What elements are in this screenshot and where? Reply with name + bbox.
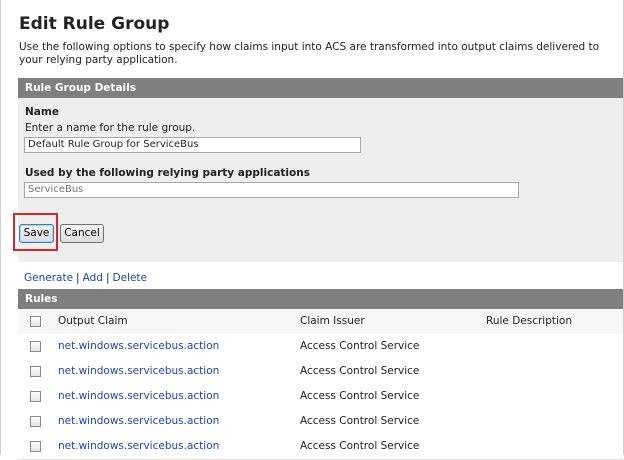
add-link[interactable]: Add <box>83 272 103 284</box>
claim-issuer: Access Control Service <box>300 440 420 452</box>
rule-actions: Generate | Add | Delete <box>24 272 147 284</box>
table-row: net.windows.servicebus.action Access Con… <box>18 409 623 435</box>
name-label: Name <box>25 106 59 118</box>
row-checkbox[interactable] <box>30 341 41 352</box>
output-claim-link[interactable]: net.windows.servicebus.action <box>58 415 219 427</box>
row-checkbox[interactable] <box>30 416 41 427</box>
claim-issuer: Access Control Service <box>300 415 420 427</box>
row-checkbox[interactable] <box>30 391 41 402</box>
cancel-button[interactable]: Cancel <box>60 224 104 243</box>
table-row: net.windows.servicebus.action Access Con… <box>18 434 623 460</box>
rules-header: Rules <box>18 289 623 309</box>
output-claim-link[interactable]: net.windows.servicebus.action <box>58 365 219 377</box>
table-row: net.windows.servicebus.action Access Con… <box>18 334 623 360</box>
table-row: net.windows.servicebus.action Access Con… <box>18 359 623 385</box>
output-claim-link[interactable]: net.windows.servicebus.action <box>58 440 219 452</box>
name-help-text: Enter a name for the rule group. <box>25 122 196 134</box>
column-header-output-claim[interactable]: Output Claim <box>58 315 128 327</box>
claim-issuer: Access Control Service <box>300 390 420 402</box>
table-row: net.windows.servicebus.action Access Con… <box>18 384 623 410</box>
used-by-label: Used by the following relying party appl… <box>25 167 310 179</box>
name-input[interactable]: Default Rule Group for ServiceBus <box>24 137 361 153</box>
relying-party-field: ServiceBus <box>24 182 519 198</box>
save-button[interactable]: Save <box>19 224 54 243</box>
column-header-claim-issuer[interactable]: Claim Issuer <box>300 315 365 327</box>
row-checkbox[interactable] <box>30 366 41 377</box>
column-header-rule-description[interactable]: Rule Description <box>486 315 572 327</box>
action-separator: | <box>76 272 80 284</box>
row-checkbox[interactable] <box>30 441 41 452</box>
page-intro: Use the following options to specify how… <box>19 41 599 66</box>
generate-link[interactable]: Generate <box>24 272 73 284</box>
output-claim-link[interactable]: net.windows.servicebus.action <box>58 340 219 352</box>
select-all-checkbox[interactable] <box>30 316 41 327</box>
delete-link[interactable]: Delete <box>112 272 147 284</box>
rules-table-header-row: Output Claim Claim Issuer Rule Descripti… <box>18 309 623 335</box>
claim-issuer: Access Control Service <box>300 365 420 377</box>
rule-group-details-header: Rule Group Details <box>18 78 623 98</box>
claim-issuer: Access Control Service <box>300 340 420 352</box>
page-title: Edit Rule Group <box>19 14 170 34</box>
window-border-left <box>0 0 1 455</box>
output-claim-link[interactable]: net.windows.servicebus.action <box>58 390 219 402</box>
